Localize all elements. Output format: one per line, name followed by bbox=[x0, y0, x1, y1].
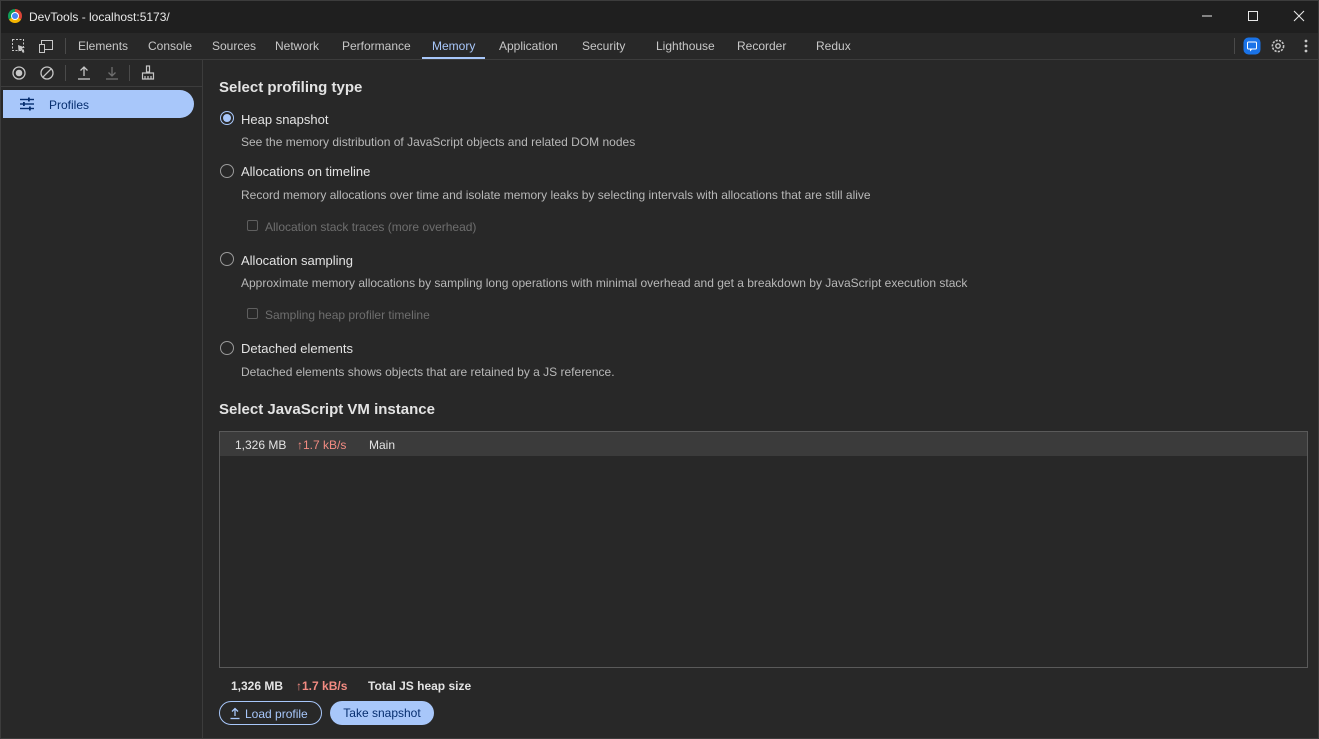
sidebar-toolbar bbox=[1, 60, 202, 87]
allocation-stack-traces-checkbox[interactable] bbox=[247, 220, 258, 231]
sidebar-item-profiles[interactable]: Profiles bbox=[3, 90, 194, 118]
settings-gear-icon[interactable] bbox=[1269, 37, 1287, 55]
load-profile-label: Load profile bbox=[245, 707, 308, 721]
vm-allocation-rate: ↑1.7 kB/s bbox=[297, 438, 347, 452]
toolbar-divider bbox=[65, 38, 66, 54]
tab-memory[interactable]: Memory bbox=[421, 33, 486, 59]
inspect-element-icon[interactable] bbox=[10, 37, 28, 55]
heap-snapshot-label[interactable]: Heap snapshot bbox=[241, 112, 328, 127]
maximize-icon bbox=[1248, 11, 1258, 21]
vm-instance-heading: Select JavaScript VM instance bbox=[219, 401, 435, 418]
record-icon[interactable] bbox=[10, 64, 28, 82]
tab-elements[interactable]: Elements bbox=[78, 33, 128, 59]
take-snapshot-button[interactable]: Take snapshot bbox=[330, 701, 434, 725]
close-icon bbox=[1293, 10, 1305, 22]
tab-redux[interactable]: Redux bbox=[816, 33, 851, 59]
title-bar: DevTools - localhost:5173/ bbox=[1, 1, 1318, 33]
detached-elements-description: Detached elements shows objects that are… bbox=[241, 365, 615, 379]
clear-icon[interactable] bbox=[38, 64, 56, 82]
window-title: DevTools - localhost:5173/ bbox=[29, 10, 170, 24]
allocations-timeline-description: Record memory allocations over time and … bbox=[241, 188, 871, 202]
detached-elements-label[interactable]: Detached elements bbox=[241, 341, 353, 356]
memory-main-panel: Select profiling type Heap snapshot See … bbox=[203, 60, 1318, 738]
tab-console[interactable]: Console bbox=[148, 33, 192, 59]
tab-performance[interactable]: Performance bbox=[342, 33, 411, 59]
maximize-button[interactable] bbox=[1230, 1, 1276, 33]
vm-instance-list: 1,326 MB ↑1.7 kB/s Main bbox=[219, 431, 1308, 668]
profiling-type-heading: Select profiling type bbox=[219, 79, 363, 96]
minimize-button[interactable] bbox=[1184, 1, 1230, 33]
toolbar-divider bbox=[1234, 38, 1235, 54]
tune-sliders-icon bbox=[20, 97, 34, 111]
tab-sources[interactable]: Sources bbox=[212, 33, 256, 59]
device-toolbar-icon[interactable] bbox=[38, 37, 56, 55]
tab-network[interactable]: Network bbox=[275, 33, 319, 59]
close-window-button[interactable] bbox=[1276, 1, 1319, 33]
allocation-sampling-label[interactable]: Allocation sampling bbox=[241, 253, 353, 268]
vm-instance-name: Main bbox=[369, 438, 396, 452]
total-heap-label: Total JS heap size bbox=[368, 679, 472, 693]
allocation-sampling-radio[interactable] bbox=[220, 252, 234, 266]
tab-recorder[interactable]: Recorder bbox=[737, 33, 786, 59]
allocation-sampling-description: Approximate memory allocations by sampli… bbox=[241, 276, 968, 290]
vm-heap-size: 1,326 MB bbox=[235, 438, 287, 452]
vm-instance-row[interactable]: 1,326 MB ↑1.7 kB/s Main bbox=[220, 432, 1307, 456]
upload-icon[interactable] bbox=[75, 64, 93, 82]
devtools-window: DevTools - localhost:5173/ Elements Cons… bbox=[0, 0, 1319, 739]
sampling-heap-timeline-checkbox[interactable] bbox=[247, 308, 258, 319]
allocations-timeline-label[interactable]: Allocations on timeline bbox=[241, 164, 370, 179]
allocation-stack-traces-label: Allocation stack traces (more overhead) bbox=[265, 220, 477, 234]
panel-tab-strip: Elements Console Sources Network Perform… bbox=[1, 33, 1318, 60]
heap-snapshot-description: See the memory distribution of JavaScrip… bbox=[241, 135, 636, 149]
upload-icon bbox=[230, 707, 240, 720]
more-options-icon[interactable] bbox=[1297, 37, 1315, 55]
minimize-icon bbox=[1202, 15, 1212, 17]
total-heap-size: 1,326 MB bbox=[231, 679, 284, 693]
sampling-heap-timeline-label: Sampling heap profiler timeline bbox=[265, 308, 430, 322]
profiles-sidebar: Profiles bbox=[1, 60, 203, 738]
toolbar-divider bbox=[129, 65, 130, 81]
heap-snapshot-radio[interactable] bbox=[220, 111, 234, 125]
load-profile-button[interactable]: Load profile bbox=[219, 701, 322, 725]
total-allocation-rate: ↑1.7 kB/s bbox=[296, 679, 348, 693]
tab-lighthouse[interactable]: Lighthouse bbox=[656, 33, 715, 59]
allocations-timeline-radio[interactable] bbox=[220, 164, 234, 178]
toolbar-divider bbox=[65, 65, 66, 81]
tab-security[interactable]: Security bbox=[582, 33, 625, 59]
ai-assistance-icon[interactable] bbox=[1243, 37, 1261, 55]
download-icon[interactable] bbox=[103, 64, 121, 82]
garbage-collect-broom-icon[interactable] bbox=[139, 64, 157, 82]
tab-application[interactable]: Application bbox=[499, 33, 558, 59]
detached-elements-radio[interactable] bbox=[220, 341, 234, 355]
chrome-logo-icon bbox=[8, 9, 22, 23]
sidebar-item-label: Profiles bbox=[49, 98, 90, 112]
